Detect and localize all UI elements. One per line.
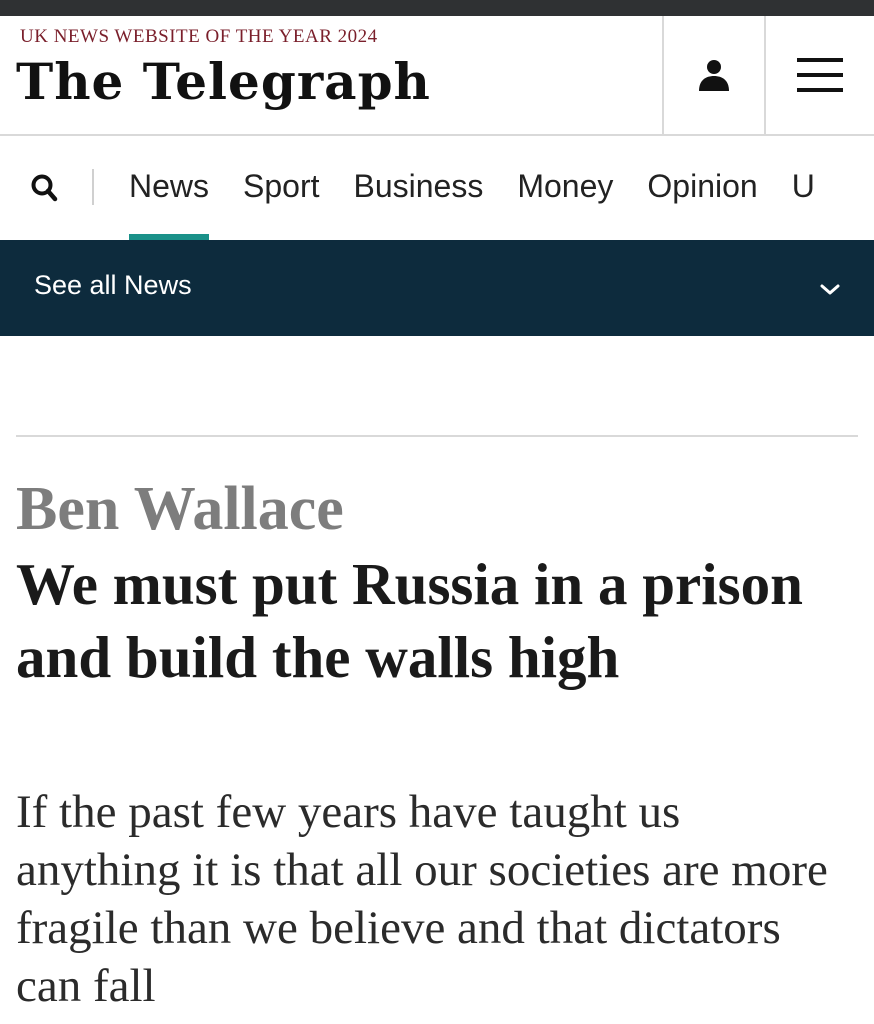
nav-item-sport[interactable]: Sport — [226, 136, 336, 240]
search-button[interactable] — [28, 170, 64, 206]
article-headline: We must put Russia in a prison and build… — [16, 551, 803, 690]
chevron-down-icon — [820, 284, 840, 295]
see-all-news-dropdown[interactable]: See all News — [0, 240, 874, 336]
article-divider — [16, 435, 858, 437]
nav-item-money[interactable]: Money — [500, 136, 630, 240]
nav-divider — [92, 169, 94, 205]
section-nav: News Sport Business Money Opinion U — [0, 136, 874, 240]
award-banner: UK NEWS WEBSITE OF THE YEAR 2024 — [20, 26, 378, 47]
nav-item-opinion[interactable]: Opinion — [630, 136, 774, 240]
person-icon — [699, 60, 729, 91]
nav-items: News Sport Business Money Opinion U — [112, 136, 832, 240]
nav-item-news[interactable]: News — [112, 136, 226, 240]
top-status-strip — [0, 0, 874, 16]
hamburger-menu-icon — [797, 58, 843, 92]
masthead: UK NEWS WEBSITE OF THE YEAR 2024 The Tel… — [0, 16, 874, 136]
nav-item-business[interactable]: Business — [337, 136, 501, 240]
telegraph-logo[interactable]: The Telegraph — [16, 52, 431, 111]
account-button[interactable] — [662, 16, 764, 134]
search-icon — [31, 174, 58, 202]
menu-button[interactable] — [764, 16, 874, 134]
see-all-news-label: See all News — [34, 270, 192, 300]
article-standfirst: If the past few years have taught us any… — [16, 786, 828, 1012]
article-byline[interactable]: Ben Wallace — [16, 474, 344, 545]
nav-item-truncated[interactable]: U — [775, 136, 832, 240]
